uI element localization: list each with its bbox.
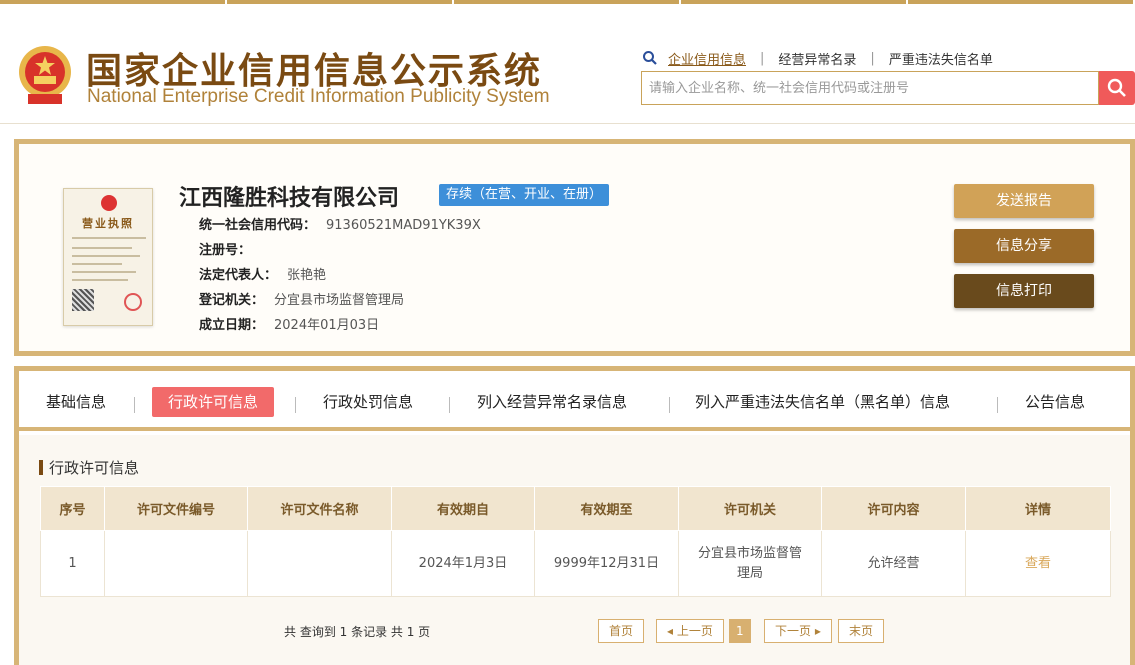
top-nav: 企业信用信息 | 经营异常名录 | 严重违法失信名单 xyxy=(642,48,993,68)
info-reg-no: 注册号： xyxy=(199,243,252,258)
print-info-button[interactable]: 信息打印 xyxy=(954,274,1094,308)
company-name: 江西隆胜科技有限公司 xyxy=(179,186,400,211)
pager-prev[interactable]: ◂ 上一页 xyxy=(656,619,724,643)
tab-content: 行政许可信息 序号 许可文件编号 许可文件名称 有效期自 有效期至 许可机关 许… xyxy=(19,435,1130,665)
tab-admin-license[interactable]: 行政许可信息 xyxy=(152,387,275,417)
pager-next[interactable]: 下一页 ▸ xyxy=(764,619,832,643)
cell-authority: 分宜县市场监督管理局 xyxy=(678,530,822,597)
search-box xyxy=(641,71,1099,105)
tab-bar: 基础信息 行政许可信息 行政处罚信息 列入经营异常名录信息 列入严重违法失信名单… xyxy=(19,371,1130,431)
tab-announcements[interactable]: 公告信息 xyxy=(1025,387,1085,417)
col-header: 许可文件编号 xyxy=(104,486,248,531)
company-card: 营业执照 江西隆胜科技有限公司 存续（在营、开业、在册） 统一社会信用代码： 91… xyxy=(14,139,1135,356)
nav-enterprise-credit[interactable]: 企业信用信息 xyxy=(668,49,746,68)
col-header: 许可机关 xyxy=(678,486,822,531)
share-info-button[interactable]: 信息分享 xyxy=(954,229,1094,263)
license-table: 序号 许可文件编号 许可文件名称 有效期自 有效期至 许可机关 许可内容 详情 … xyxy=(40,486,1111,597)
info-reg-authority: 登记机关： 分宜县市场监督管理局 xyxy=(199,293,405,308)
pager-last[interactable]: 末页 xyxy=(838,619,885,643)
seal-icon xyxy=(124,293,142,311)
tab-blacklist[interactable]: 列入严重违法失信名单（黑名单）信息 xyxy=(695,387,950,417)
magnifier-icon xyxy=(643,51,657,65)
national-emblem-icon xyxy=(19,46,71,104)
search-input[interactable] xyxy=(642,72,1098,104)
tab-abnormal-list[interactable]: 列入经营异常名录信息 xyxy=(477,387,627,417)
col-header: 有效期自 xyxy=(391,486,535,531)
tab-admin-penalty[interactable]: 行政处罚信息 xyxy=(323,387,413,417)
nav-abnormal-list[interactable]: 经营异常名录 xyxy=(778,49,856,68)
cell-valid-to: 9999年12月31日 xyxy=(534,530,679,597)
col-header: 序号 xyxy=(40,486,105,531)
site-header: 国家企业信用信息公示系统 National Enterprise Credit … xyxy=(0,4,1135,124)
details-panel: 基础信息 行政许可信息 行政处罚信息 列入经营异常名录信息 列入严重违法失信名单… xyxy=(14,366,1135,665)
table-header-row: 序号 许可文件编号 许可文件名称 有效期自 有效期至 许可机关 许可内容 详情 xyxy=(40,486,1111,531)
tab-basic-info[interactable]: 基础信息 xyxy=(46,387,106,417)
license-title: 营业执照 xyxy=(82,217,134,230)
info-established: 成立日期： 2024年01月03日 xyxy=(199,318,380,333)
nav-separator: | xyxy=(870,50,875,66)
search-icon xyxy=(1107,78,1126,97)
cell-no: 1 xyxy=(40,530,105,597)
license-emblem-icon xyxy=(101,195,117,211)
nav-blacklist[interactable]: 严重违法失信名单 xyxy=(889,49,993,68)
pager-first[interactable]: 首页 xyxy=(598,619,645,643)
nav-separator: | xyxy=(760,50,765,66)
pager-current[interactable]: 1 xyxy=(729,619,751,643)
send-report-button[interactable]: 发送报告 xyxy=(954,184,1094,218)
info-legal-rep: 法定代表人： 张艳艳 xyxy=(199,268,327,283)
search-button[interactable] xyxy=(1099,71,1135,105)
cell-doc-no xyxy=(104,530,248,597)
business-license-image[interactable]: 营业执照 xyxy=(63,188,153,326)
section-title: 行政许可信息 xyxy=(39,457,139,478)
status-badge: 存续（在营、开业、在册） xyxy=(439,184,610,206)
pager-summary: 共 查询到 1 条记录 共 1 页 xyxy=(284,625,431,639)
col-header: 许可内容 xyxy=(821,486,966,531)
table-row: 1 2024年1月3日 9999年12月31日 分宜县市场监督管理局 允许经营 … xyxy=(40,530,1111,597)
col-header: 有效期至 xyxy=(534,486,679,531)
site-title-en: National Enterprise Credit Information P… xyxy=(87,86,550,107)
view-detail-link[interactable]: 查看 xyxy=(965,530,1111,597)
info-credit-code: 统一社会信用代码： 91360521MAD91YK39X xyxy=(199,218,481,233)
qr-code-icon xyxy=(72,289,94,311)
cell-doc-name xyxy=(247,530,392,597)
col-header: 详情 xyxy=(965,486,1111,531)
col-header: 许可文件名称 xyxy=(247,486,392,531)
cell-valid-from: 2024年1月3日 xyxy=(391,530,535,597)
cell-content: 允许经营 xyxy=(821,530,966,597)
